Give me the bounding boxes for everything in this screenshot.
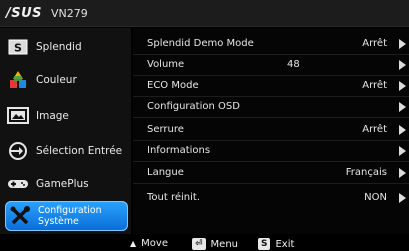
row-value: Arrêt (362, 80, 387, 91)
submenu-arrow-icon (399, 39, 406, 49)
model-name: VN279 (51, 6, 88, 20)
hint-exit: S Exit (258, 238, 294, 250)
row-level: 48 (287, 59, 300, 70)
sidebar-item-label: Splendid (36, 41, 82, 53)
sidebar-item-splendid[interactable]: S Splendid (6, 32, 128, 62)
hint-move: ▲ Move (130, 238, 168, 249)
menu-row-configuration-osd[interactable]: Configuration OSD (133, 97, 409, 118)
sidebar-item-gameplus[interactable]: GamePlus (6, 169, 128, 199)
menu-row-volume[interactable]: Volume 48 (133, 55, 409, 76)
sidebar-item-label: Configuration Système (38, 205, 102, 227)
sidebar-item-configuration-systeme[interactable]: Configuration Système (5, 201, 128, 231)
submenu-arrow-icon (399, 102, 406, 112)
submenu-arrow-icon (399, 81, 406, 91)
monitor-osd: /SUS VN279 S Splendid Couleur Image Séle… (0, 0, 409, 251)
sidebar-item-image[interactable]: Image (6, 101, 128, 131)
menu-row-informations[interactable]: Informations (133, 141, 409, 162)
settings-list: Splendid Demo Mode Arrêt Volume 48 ECO M… (133, 28, 409, 234)
divider (133, 117, 409, 118)
splendid-s-icon: S (6, 37, 30, 57)
row-value: Arrêt (362, 124, 387, 135)
sidebar-item-label: GamePlus (36, 178, 89, 190)
up-down-arrow-icon: ▲ (130, 238, 137, 248)
menu-row-serrure[interactable]: Serrure Arrêt (133, 120, 409, 141)
divider (133, 183, 409, 184)
category-sidebar: S Splendid Couleur Image Sélection Entré… (0, 28, 131, 234)
submenu-arrow-icon (399, 168, 406, 178)
hint-exit-label: Exit (275, 238, 295, 250)
sidebar-item-couleur[interactable]: Couleur (6, 65, 128, 95)
sidebar-item-selection-entree[interactable]: Sélection Entrée (6, 136, 128, 166)
row-label: Langue (147, 167, 184, 178)
row-label: Splendid Demo Mode (147, 38, 254, 49)
submenu-arrow-icon (399, 193, 406, 203)
sidebar-item-label: Image (36, 110, 69, 122)
row-value: Arrêt (362, 38, 387, 49)
submenu-arrow-icon (399, 60, 406, 70)
row-label: Volume (147, 59, 185, 70)
menu-row-splendid-demo-mode[interactable]: Splendid Demo Mode Arrêt (133, 34, 409, 55)
svg-text:S: S (14, 42, 22, 55)
row-value: Français (345, 167, 387, 178)
tools-icon (8, 206, 32, 226)
osd-header: /SUS VN279 (0, 0, 409, 27)
enter-key-icon: ⏎ (192, 238, 206, 250)
hint-menu: ⏎ Menu (192, 238, 238, 250)
divider (133, 161, 409, 162)
menu-row-langue[interactable]: Langue Français (133, 163, 409, 184)
row-label: ECO Mode (147, 80, 199, 91)
submenu-arrow-icon (399, 125, 406, 135)
submenu-arrow-icon (399, 146, 406, 156)
key-hints-bar: ▲ Move ⏎ Menu S Exit (0, 236, 409, 251)
image-monitor-icon (6, 106, 30, 126)
brand-logo: /SUS (6, 5, 43, 21)
sidebar-item-label: Sélection Entrée (36, 145, 123, 157)
hint-menu-label: Menu (210, 238, 239, 250)
row-label: Configuration OSD (147, 101, 240, 112)
exit-key-icon: S (258, 238, 271, 250)
hint-move-label: Move (141, 238, 168, 249)
menu-row-tout-reinit[interactable]: Tout réinit. NON (133, 188, 409, 209)
row-label: Informations (147, 145, 211, 156)
gamepad-icon (6, 174, 30, 194)
row-label: Tout réinit. (147, 192, 201, 203)
color-blocks-icon (6, 70, 30, 90)
row-label: Serrure (147, 124, 184, 135)
input-arrow-icon (6, 141, 30, 161)
menu-row-eco-mode[interactable]: ECO Mode Arrêt (133, 76, 409, 97)
row-value: NON (364, 192, 387, 203)
sidebar-item-label: Couleur (36, 74, 77, 86)
